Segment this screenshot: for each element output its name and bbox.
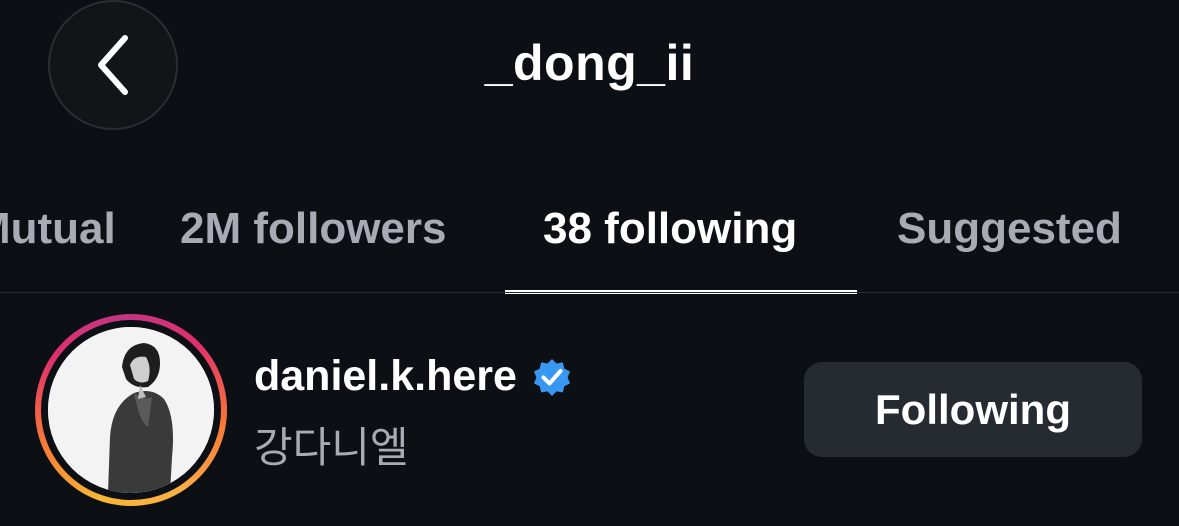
following-list-screen: _dong_ii Mutual 2M followers 38 followin… <box>0 0 1179 526</box>
username[interactable]: daniel.k.here <box>254 352 517 401</box>
verified-badge-icon <box>533 358 570 396</box>
tab-following[interactable]: 38 following <box>543 204 797 284</box>
tab-bar: Mutual 2M followers 38 following Suggest… <box>0 190 1179 294</box>
story-ring[interactable] <box>35 314 227 506</box>
avatar-photo <box>48 327 214 493</box>
page-title: _dong_ii <box>484 35 695 91</box>
divider <box>0 292 1179 293</box>
tab-suggested[interactable]: Suggested <box>897 204 1122 284</box>
following-button[interactable]: Following <box>804 362 1142 457</box>
tab-mutual[interactable]: Mutual <box>0 204 116 284</box>
avatar <box>48 327 214 493</box>
full-name: 강다니엘 <box>254 424 409 471</box>
tab-followers[interactable]: 2M followers <box>180 204 447 284</box>
